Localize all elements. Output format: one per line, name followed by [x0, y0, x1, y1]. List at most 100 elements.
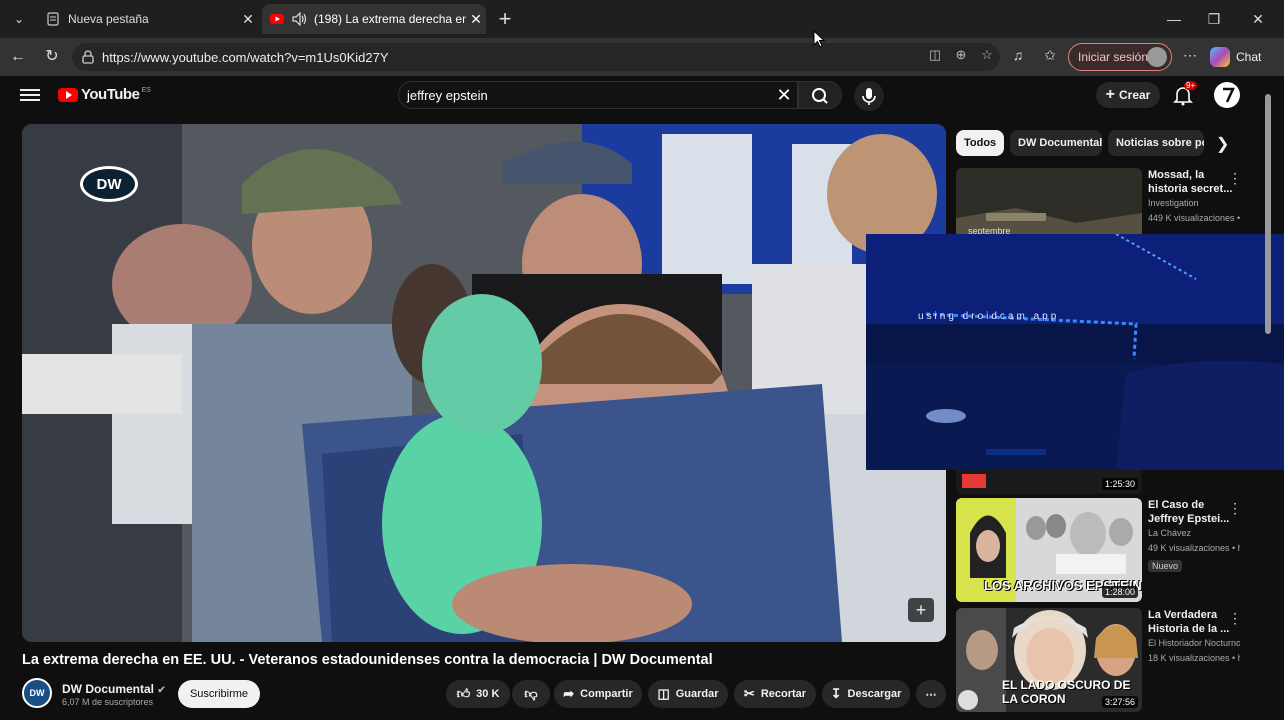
- video-menu-icon[interactable]: ⋮: [1228, 610, 1242, 627]
- tab-label: Nueva pestaña: [68, 12, 149, 26]
- site-info-icon[interactable]: [80, 49, 96, 65]
- restore-window-icon[interactable]: ❐: [1192, 6, 1236, 32]
- channel-name-text: DW Documental: [62, 682, 155, 696]
- clear-search-icon[interactable]: ✕: [771, 85, 797, 106]
- video-menu-icon[interactable]: ⋮: [1228, 500, 1242, 517]
- chat-label: Chat: [1236, 50, 1262, 64]
- speaker-audio-icon[interactable]: [292, 12, 308, 26]
- chip-noticias[interactable]: Noticias sobre po: [1108, 130, 1204, 156]
- copilot-chat-button[interactable]: Chat: [1210, 44, 1261, 70]
- zoom-icon[interactable]: ⊕: [948, 47, 974, 67]
- chevron-right-icon[interactable]: ❯: [1216, 134, 1229, 154]
- profile-avatar: [1147, 47, 1167, 67]
- close-tab-icon[interactable]: ✕: [466, 11, 486, 28]
- account-logo-icon: [1223, 87, 1235, 103]
- like-button[interactable]: 👍︎ 30 K: [446, 680, 510, 708]
- video-title: La extrema derecha en EE. UU. - Veterano…: [22, 652, 713, 668]
- video-duration: 1:28:00: [1101, 586, 1138, 598]
- subscribe-button[interactable]: Suscribirme: [178, 680, 260, 708]
- refresh-icon[interactable]: ↻: [40, 46, 64, 68]
- create-label: Crear: [1118, 88, 1151, 102]
- youtube-favicon-icon: [270, 14, 284, 24]
- video-thumbnail[interactable]: EL LADO OSCURO DE LA CORON 3:27:56: [956, 608, 1142, 712]
- video-player[interactable]: [22, 124, 946, 642]
- video-info: La Verdadera Historia de la ... El Histo…: [1148, 608, 1240, 666]
- video-thumbnail[interactable]: 1:25:30: [956, 470, 1142, 494]
- voice-search-button[interactable]: [854, 81, 884, 111]
- recommendation-card[interactable]: 1:25:30: [956, 470, 1246, 494]
- region-code: ES: [141, 87, 151, 94]
- recommendation-card[interactable]: EL LADO OSCURO DE LA CORON 3:27:56 La Ve…: [956, 608, 1246, 712]
- youtube-wordmark: YouTube: [81, 86, 140, 103]
- download-label: Descargar: [847, 688, 902, 700]
- download-arrow-icon: ↧: [830, 686, 842, 701]
- video-info: Mossad, la historia secret... Investigat…: [1148, 168, 1240, 226]
- channel-name[interactable]: El Historiador Nocturno: [1148, 636, 1240, 651]
- scrollbar-thumb[interactable]: [1265, 94, 1271, 334]
- search-input[interactable]: jeffrey epstein ✕: [398, 81, 798, 109]
- thumbs-up-icon: 👍︎: [456, 686, 471, 701]
- create-button[interactable]: + Crear: [1096, 82, 1160, 108]
- download-button[interactable]: ↧ Descargar: [822, 680, 910, 708]
- more-actions-icon[interactable]: ⋯: [916, 680, 946, 708]
- tab-actions-chevron-icon[interactable]: ⌄: [6, 8, 32, 30]
- channel-name[interactable]: La Chávez: [1148, 526, 1240, 541]
- favorites-icon[interactable]: ✩: [1038, 47, 1062, 67]
- recommendation-card[interactable]: LOS ARCHIVOS EPSTEIN 1:28:00 El Caso de …: [956, 498, 1246, 602]
- share-button[interactable]: ➦ Compartir: [554, 680, 642, 708]
- address-bar[interactable]: https://www.youtube.com/watch?v=m1Us0Kid…: [72, 43, 1000, 71]
- video-menu-icon[interactable]: ⋮: [1228, 170, 1242, 187]
- channel-name[interactable]: DW Documental ✔: [62, 682, 166, 696]
- youtube-logo[interactable]: YouTube ES: [58, 86, 151, 103]
- add-to-queue-icon[interactable]: +: [908, 598, 934, 622]
- hamburger-menu-icon[interactable]: [20, 86, 40, 104]
- back-arrow-icon[interactable]: ←: [6, 46, 30, 68]
- search-icon: [812, 88, 828, 104]
- like-count: 30 K: [476, 688, 500, 700]
- video-title[interactable]: El Caso de Jeffrey Epstei...: [1148, 498, 1240, 526]
- more-options-icon[interactable]: ⋯: [1178, 47, 1202, 67]
- url-text[interactable]: https://www.youtube.com/watch?v=m1Us0Kid…: [102, 50, 922, 65]
- address-toolbar: ← ↻ https://www.youtube.com/watch?v=m1Us…: [0, 38, 1284, 76]
- tab-youtube-video[interactable]: (198) La extrema derecha en EE. UU. ✕: [262, 4, 486, 34]
- account-avatar[interactable]: [1214, 82, 1240, 108]
- clip-label: Recortar: [760, 688, 807, 700]
- search-button[interactable]: [798, 81, 842, 109]
- close-tab-icon[interactable]: ✕: [238, 11, 258, 28]
- minimize-window-icon[interactable]: —: [1152, 6, 1196, 32]
- video-title[interactable]: Mossad, la historia secret...: [1148, 168, 1240, 196]
- video-thumbnail[interactable]: LOS ARCHIVOS EPSTEIN 1:28:00: [956, 498, 1142, 602]
- save-button[interactable]: ◫ Guardar: [648, 680, 728, 708]
- tab-new-tab[interactable]: Nueva pestaña ✕: [38, 4, 258, 34]
- chip-dw-documental[interactable]: DW Documental: [1010, 130, 1102, 156]
- video-thumbnail[interactable]: septembre: [956, 168, 1142, 238]
- recommendation-card[interactable]: septembre Mossad, la historia secret... …: [956, 168, 1246, 238]
- video-duration: 1:25:30: [1101, 478, 1138, 490]
- view-count: 49 K visualizaciones • h: [1148, 543, 1240, 553]
- subscriber-count: 6,07 M de suscriptores: [62, 697, 154, 707]
- channel-name[interactable]: Investigation: [1148, 196, 1240, 211]
- scissors-icon: ✂: [743, 686, 755, 701]
- dislike-button[interactable]: 👎︎: [512, 680, 550, 708]
- channel-avatar[interactable]: DW: [22, 678, 52, 708]
- media-control-icon[interactable]: ♫: [1006, 47, 1030, 67]
- bookmark-icon: ◫: [657, 686, 670, 701]
- new-tab-plus-icon[interactable]: +: [494, 6, 516, 32]
- close-window-icon[interactable]: ✕: [1236, 6, 1280, 32]
- favorite-star-icon[interactable]: ☆: [974, 47, 1000, 67]
- search-query[interactable]: jeffrey epstein: [407, 88, 771, 103]
- browser-tab-bar: ⌄ Nueva pestaña ✕ (198) La extrema derec…: [0, 0, 1284, 38]
- clip-button[interactable]: ✂ Recortar: [734, 680, 816, 708]
- video-title[interactable]: La Verdadera Historia de la ...: [1148, 608, 1240, 636]
- share-arrow-icon: ➦: [563, 686, 575, 701]
- youtube-play-icon: [58, 87, 78, 102]
- chip-todos[interactable]: Todos: [956, 130, 1004, 156]
- app-available-icon[interactable]: ◫: [922, 47, 948, 67]
- notifications-button[interactable]: 9+: [1172, 81, 1198, 106]
- notification-count: 9+: [1184, 81, 1198, 90]
- save-label: Guardar: [675, 688, 719, 700]
- share-label: Compartir: [580, 688, 633, 700]
- mouse-cursor-icon: [813, 30, 825, 48]
- tab-label: (198) La extrema derecha en EE. UU.: [314, 12, 466, 26]
- signin-button[interactable]: Iniciar sesión: [1068, 43, 1172, 71]
